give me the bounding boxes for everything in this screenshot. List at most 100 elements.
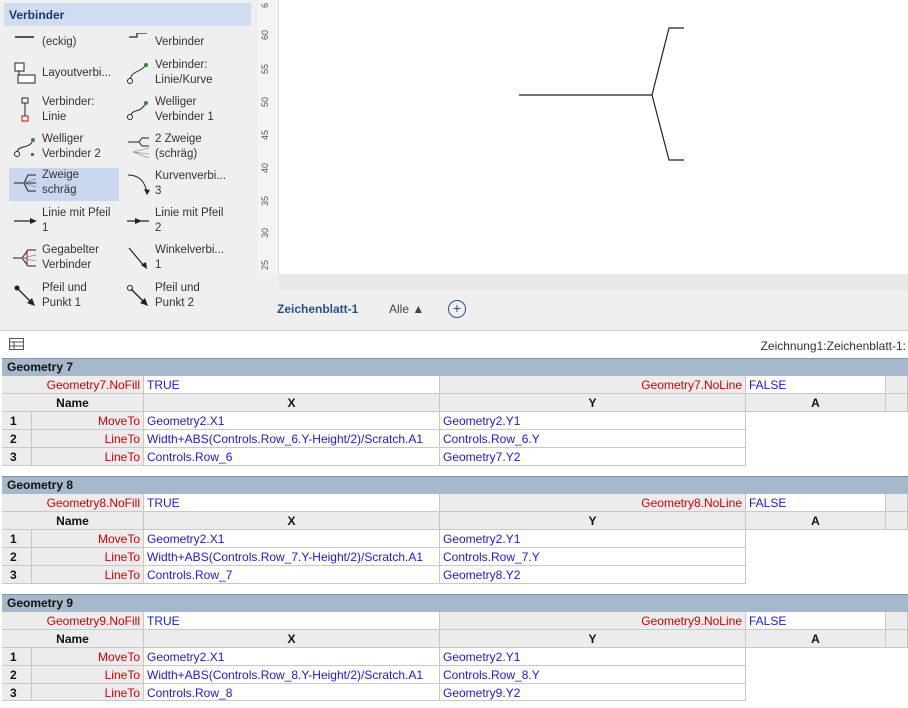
shape-label: 2 Zweige (schräg) xyxy=(155,133,202,160)
row-name-cell[interactable]: LineTo xyxy=(32,566,144,584)
noline-name-cell[interactable]: Geometry8.NoLine xyxy=(440,494,746,512)
shape-arrow-dot-1[interactable]: Pfeil und Punkt 1 xyxy=(9,281,119,317)
shapesheet-icon[interactable] xyxy=(9,338,24,350)
row-number: 3 xyxy=(2,566,32,584)
ruler-tick-label: 45 xyxy=(260,129,270,140)
row-name-cell[interactable]: MoveTo xyxy=(32,648,144,666)
nofill-name-cell[interactable]: Geometry9.NoFill xyxy=(2,612,144,630)
row-number: 3 xyxy=(2,448,32,466)
section-title-bar[interactable]: Geometry 9 xyxy=(2,594,908,612)
shape-label: Linie mit Pfeil 2 xyxy=(155,207,224,234)
branch-connector-shape[interactable] xyxy=(279,0,908,274)
shape-wavy-connector-1[interactable]: Welliger Verbinder 1 xyxy=(122,95,240,131)
filler-cell xyxy=(886,512,908,530)
shape-line-arrow-2[interactable]: Linie mit Pfeil 2 xyxy=(122,206,240,242)
ruler-tick-label: 6 xyxy=(260,2,270,8)
shape-label: (eckig) xyxy=(42,36,77,48)
nofill-name-cell[interactable]: Geometry7.NoFill xyxy=(2,376,144,394)
add-page-icon[interactable]: + xyxy=(448,300,466,318)
shape-curved-connector-3[interactable]: Kurvenverbi... 3 xyxy=(122,169,240,205)
y-formula-cell[interactable]: Geometry7.Y2 xyxy=(440,448,746,466)
filler-cell xyxy=(886,394,908,412)
line-connector-icon xyxy=(21,97,29,122)
y-formula-cell[interactable]: Geometry2.Y1 xyxy=(440,648,746,666)
y-formula-cell[interactable]: Controls.Row_6.Y xyxy=(440,430,746,448)
shape-branches-angled[interactable]: Zweige schräg xyxy=(9,168,119,201)
x-formula-cell[interactable]: Geometry2.X1 xyxy=(144,530,440,548)
nofill-name-cell[interactable]: Geometry8.NoFill xyxy=(2,494,144,512)
shape-label: Linie mit Pfeil 1 xyxy=(42,207,111,234)
section-title: Geometry 7 xyxy=(7,360,74,374)
ruler-tick-label: 60 xyxy=(260,29,270,40)
drawing-canvas[interactable] xyxy=(279,0,908,274)
shape-label: Pfeil und Punkt 2 xyxy=(155,282,200,309)
tab-all-pages[interactable]: Alle ▲ xyxy=(389,302,424,316)
noline-value-cell[interactable]: FALSE xyxy=(746,376,886,394)
row-number: 2 xyxy=(2,430,32,448)
nofill-value-cell[interactable]: TRUE xyxy=(144,494,440,512)
row-name-cell[interactable]: LineTo xyxy=(32,430,144,448)
x-formula-cell[interactable]: Controls.Row_6 xyxy=(144,448,440,466)
x-formula-cell[interactable]: Width+ABS(Controls.Row_7.Y-Height/2)/Scr… xyxy=(144,548,440,566)
row-number: 1 xyxy=(2,530,32,548)
filler-cell xyxy=(886,376,908,394)
shape-label: Pfeil und Punkt 1 xyxy=(42,282,87,309)
x-formula-cell[interactable]: Width+ABS(Controls.Row_6.Y-Height/2)/Scr… xyxy=(144,430,440,448)
shape-two-branches-angled[interactable]: 2 Zweige (schräg) xyxy=(122,132,240,168)
x-formula-cell[interactable]: Width+ABS(Controls.Row_8.Y-Height/2)/Scr… xyxy=(144,666,440,684)
y-formula-cell[interactable]: Controls.Row_7.Y xyxy=(440,548,746,566)
x-formula-cell[interactable]: Controls.Row_8 xyxy=(144,684,440,701)
noline-value-cell[interactable]: FALSE xyxy=(746,494,886,512)
angled-connector-icon xyxy=(15,36,34,38)
noline-name-cell[interactable]: Geometry7.NoLine xyxy=(440,376,746,394)
row-name-cell[interactable]: LineTo xyxy=(32,666,144,684)
filler-cell xyxy=(886,630,908,648)
section-title-bar[interactable]: Geometry 7 xyxy=(2,358,908,376)
x-formula-cell[interactable]: Geometry2.X1 xyxy=(144,648,440,666)
noline-value-cell[interactable]: FALSE xyxy=(746,612,886,630)
ruler-tick-label: 35 xyxy=(260,195,270,206)
row-name-cell[interactable]: MoveTo xyxy=(32,530,144,548)
column-header-y: Y xyxy=(440,512,746,530)
shape-line-connector[interactable]: Verbinder: Linie xyxy=(9,95,119,131)
shape-layout-connector[interactable]: Layoutverbi... xyxy=(9,58,119,94)
shape-arrow-dot-2[interactable]: Pfeil und Punkt 2 xyxy=(122,281,240,317)
row-name-cell[interactable]: LineTo xyxy=(32,548,144,566)
shape-connector[interactable]: Verbinder xyxy=(122,33,240,51)
stencil-header[interactable]: Verbinder xyxy=(4,3,251,26)
shape-angle-connector-1[interactable]: Winkelverbi... 1 xyxy=(122,243,240,279)
shape-wavy-connector-2[interactable]: Welliger Verbinder 2 xyxy=(9,132,119,168)
noline-name-cell[interactable]: Geometry9.NoLine xyxy=(440,612,746,630)
shape-line-curve-connector[interactable]: Verbinder: Linie/Kurve xyxy=(122,58,240,94)
branches-icon xyxy=(14,174,37,192)
shape-label: Zweige schräg xyxy=(42,169,80,196)
row-name-cell[interactable]: LineTo xyxy=(32,448,144,466)
stencil-panel: Verbinder (eckig) Verbinder Layoutverbi.… xyxy=(0,0,258,330)
x-formula-cell[interactable]: Controls.Row_7 xyxy=(144,566,440,584)
y-formula-cell[interactable]: Geometry2.Y1 xyxy=(440,412,746,430)
shape-label: Layoutverbi... xyxy=(42,67,112,79)
row-name-cell[interactable]: MoveTo xyxy=(32,412,144,430)
row-number: 2 xyxy=(2,666,32,684)
x-formula-cell[interactable]: Geometry2.X1 xyxy=(144,412,440,430)
ruler-tick-label: 30 xyxy=(260,227,270,238)
nofill-value-cell[interactable]: TRUE xyxy=(144,612,440,630)
y-formula-cell[interactable]: Geometry8.Y2 xyxy=(440,566,746,584)
nofill-value-cell[interactable]: TRUE xyxy=(144,376,440,394)
y-formula-cell[interactable]: Geometry2.Y1 xyxy=(440,530,746,548)
tab-page-1[interactable]: Zeichenblatt-1 xyxy=(277,302,358,316)
shape-line-arrow-1[interactable]: Linie mit Pfeil 1 xyxy=(9,206,119,242)
shape-label: Verbinder: Linie xyxy=(42,96,95,123)
arrow-dot-icon xyxy=(14,285,35,306)
line-curve-connector-icon xyxy=(127,63,148,84)
y-formula-cell[interactable]: Controls.Row_8.Y xyxy=(440,666,746,684)
canvas-horizontal-scrollbar[interactable] xyxy=(279,274,908,290)
shape-forked-connector[interactable]: Gegabelter Verbinder xyxy=(9,243,119,279)
vertical-ruler: 6 60 55 50 45 40 35 30 25 xyxy=(258,0,279,273)
y-formula-cell[interactable]: Geometry9.Y2 xyxy=(440,684,746,701)
row-name-cell[interactable]: LineTo xyxy=(32,684,144,701)
shape-angled-connector[interactable]: (eckig) xyxy=(9,33,119,51)
column-header-y: Y xyxy=(440,394,746,412)
section-title-bar[interactable]: Geometry 8 xyxy=(2,476,908,494)
row-number: 3 xyxy=(2,684,32,701)
